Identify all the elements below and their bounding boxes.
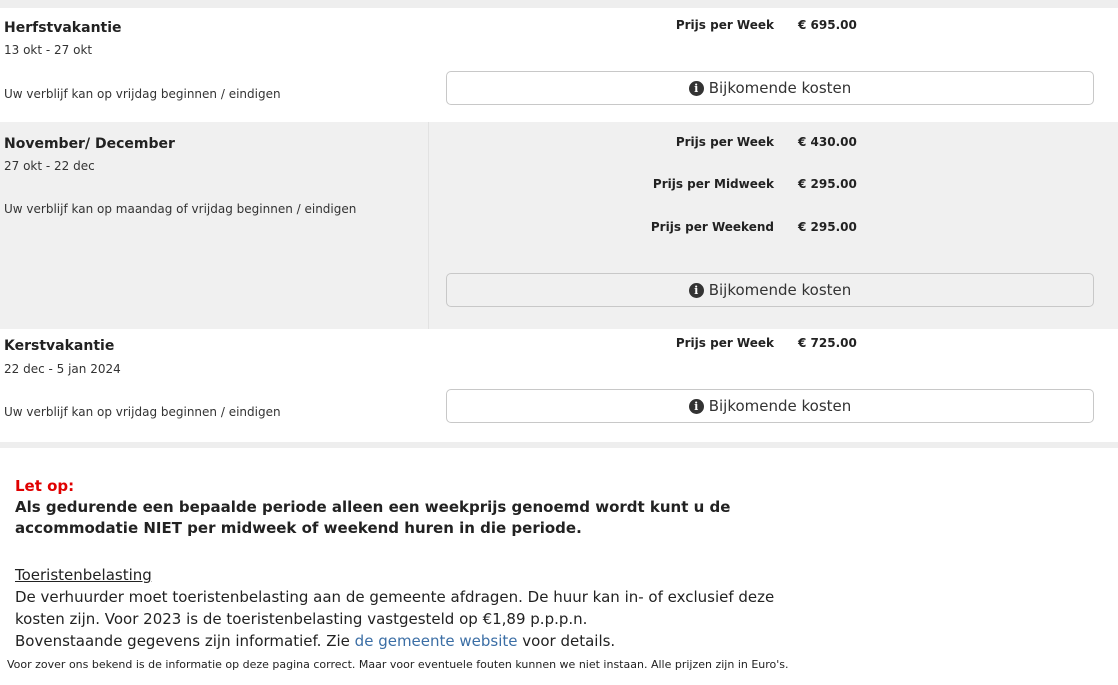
price-label-week: Prijs per Week bbox=[675, 135, 774, 149]
tourist-tax-info-line: Bovenstaande gegevens zijn informatief. … bbox=[15, 630, 815, 652]
tourist-tax-info-prefix: Bovenstaande gegevens zijn informatief. … bbox=[15, 632, 350, 650]
price-value-midweek: € 295.00 bbox=[798, 177, 857, 191]
period-note: Uw verblijf kan op vrijdag beginnen / ei… bbox=[4, 405, 281, 419]
price-label-week: Prijs per Week bbox=[675, 336, 774, 350]
tourist-tax-text: De verhuurder moet toeristenbelasting aa… bbox=[15, 588, 775, 628]
period-note: Uw verblijf kan op maandag of vrijdag be… bbox=[4, 202, 357, 216]
additional-costs-button[interactable]: i Bijkomende kosten bbox=[446, 273, 1094, 307]
notice-heading: Let op: bbox=[15, 477, 75, 495]
disclaimer-text: Voor zover ons bekend is de informatie o… bbox=[7, 658, 789, 671]
price-value-weekend: € 295.00 bbox=[798, 220, 857, 234]
price-label-week: Prijs per Week bbox=[675, 18, 774, 32]
price-label-weekend: Prijs per Weekend bbox=[650, 220, 774, 234]
period-row-kerstvakantie: Kerstvakantie 22 dec - 5 jan 2024 Uw ver… bbox=[0, 329, 1118, 442]
period-name: Kerstvakantie bbox=[4, 338, 115, 354]
table-bottom-separator bbox=[0, 442, 1118, 448]
price-value-week: € 725.00 bbox=[798, 336, 857, 350]
notice-block: Let op: Als gedurende een bepaalde perio… bbox=[15, 476, 815, 539]
notice-body: Als gedurende een bepaalde periode allee… bbox=[15, 498, 731, 537]
top-separator bbox=[0, 0, 1118, 8]
period-dates: 13 okt - 27 okt bbox=[4, 43, 93, 57]
column-divider bbox=[428, 122, 429, 329]
period-row-november-december: November/ December 27 okt - 22 dec Uw ve… bbox=[0, 122, 1118, 329]
additional-costs-button[interactable]: i Bijkomende kosten bbox=[446, 389, 1094, 423]
price-value-week: € 430.00 bbox=[798, 135, 857, 149]
additional-costs-label: Bijkomende kosten bbox=[708, 397, 852, 415]
tourist-tax-info-suffix: voor details. bbox=[522, 632, 616, 650]
tourist-tax-block: Toeristenbelasting De verhuurder moet to… bbox=[15, 564, 815, 652]
price-value-week: € 695.00 bbox=[798, 18, 857, 32]
info-circle-icon: i bbox=[688, 80, 704, 96]
period-name: Herfstvakantie bbox=[4, 20, 122, 36]
period-name: November/ December bbox=[4, 136, 175, 152]
period-row-herfstvakantie: Herfstvakantie 13 okt - 27 okt Uw verbli… bbox=[0, 8, 1118, 122]
info-circle-icon: i bbox=[688, 398, 704, 414]
period-note: Uw verblijf kan op vrijdag beginnen / ei… bbox=[4, 87, 281, 101]
period-dates: 27 okt - 22 dec bbox=[4, 159, 95, 173]
additional-costs-label: Bijkomende kosten bbox=[708, 79, 852, 97]
period-dates: 22 dec - 5 jan 2024 bbox=[4, 362, 121, 376]
additional-costs-label: Bijkomende kosten bbox=[708, 281, 852, 299]
additional-costs-button[interactable]: i Bijkomende kosten bbox=[446, 71, 1094, 105]
tourist-tax-title: Toeristenbelasting bbox=[15, 566, 152, 584]
municipality-website-link[interactable]: de gemeente website bbox=[355, 632, 518, 650]
info-circle-icon: i bbox=[688, 282, 704, 298]
price-label-midweek: Prijs per Midweek bbox=[652, 177, 774, 191]
